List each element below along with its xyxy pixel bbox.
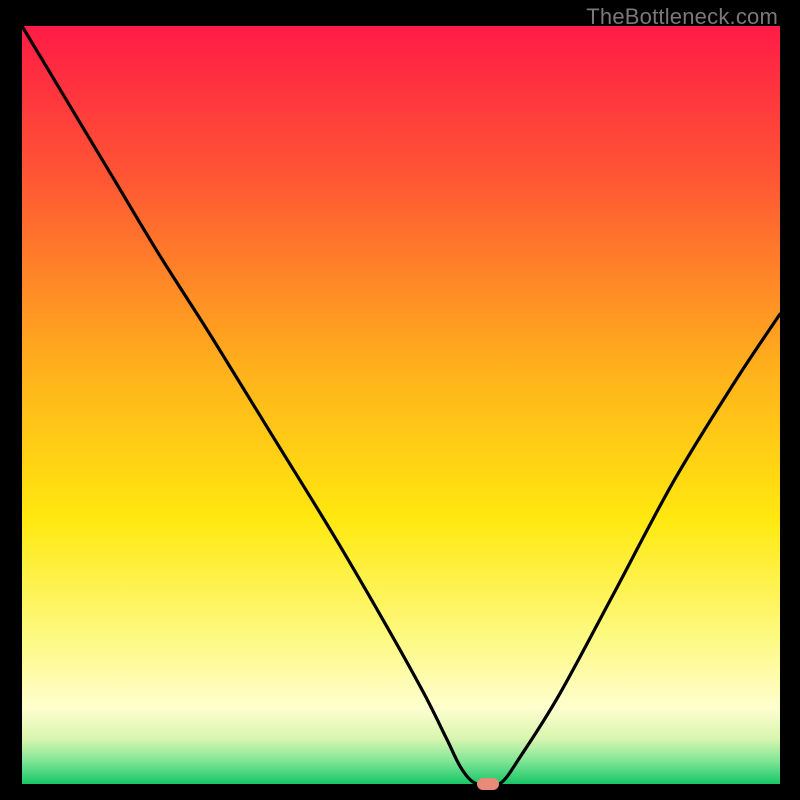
bottleneck-curve	[22, 26, 780, 784]
chart-frame: TheBottleneck.com	[0, 0, 800, 800]
minimum-marker	[477, 778, 499, 790]
plot-area	[22, 26, 780, 784]
